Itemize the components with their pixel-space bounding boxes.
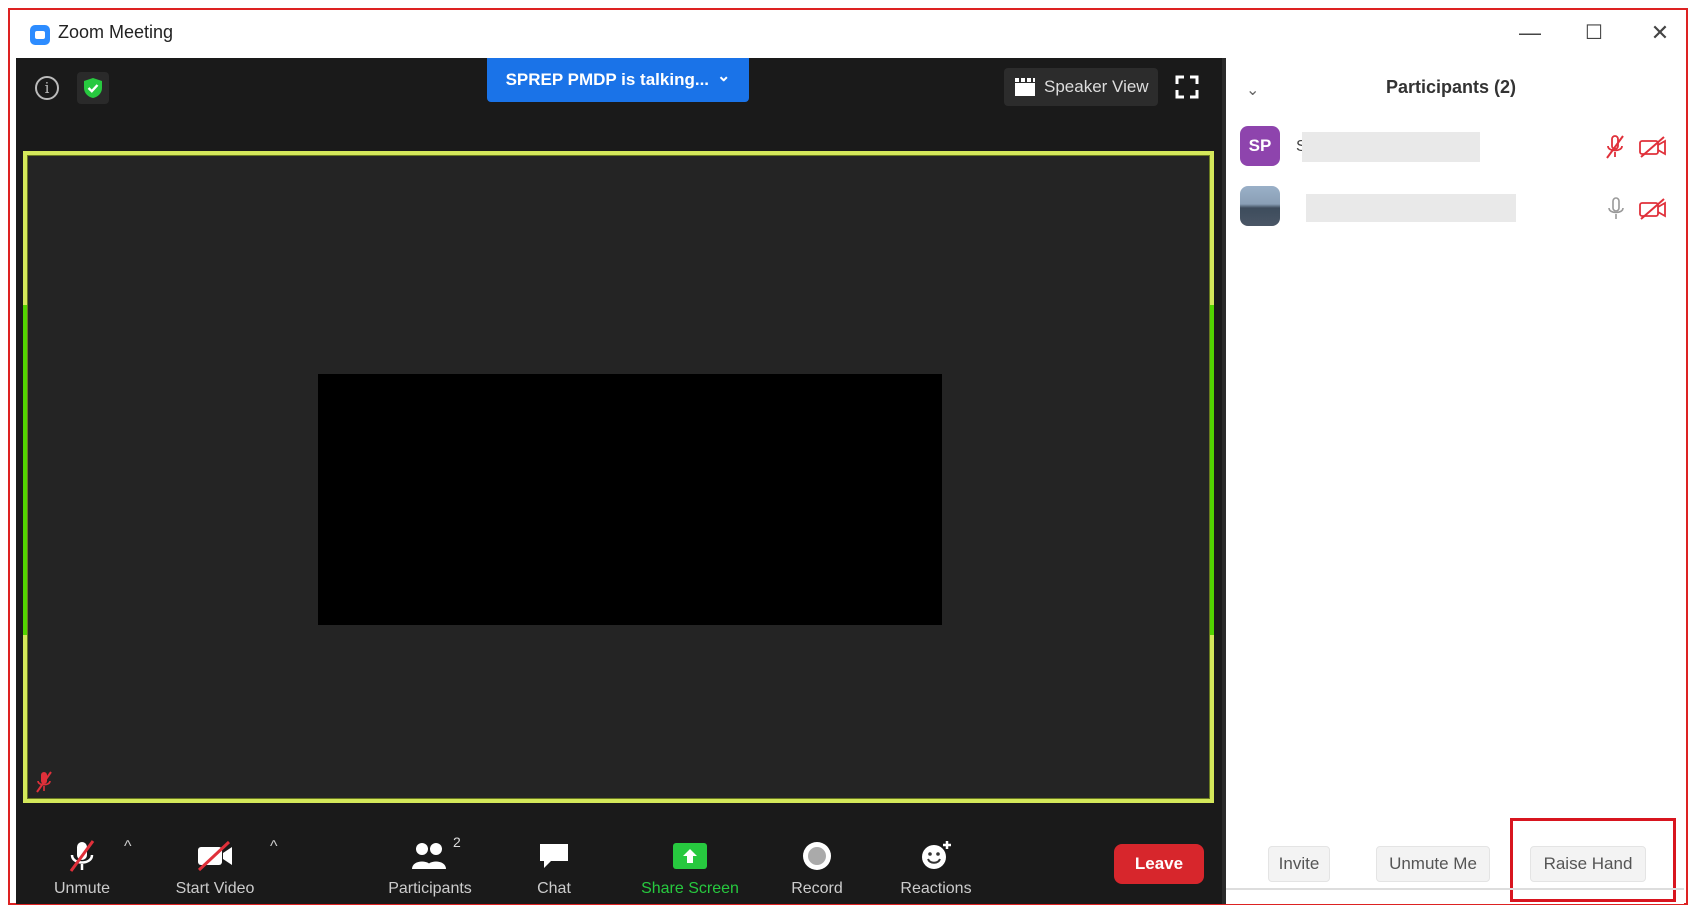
start-video-label: Start Video bbox=[175, 880, 255, 897]
participant-row[interactable]: SP S bbox=[1240, 126, 1680, 174]
participants-panel-title: Participants (2) bbox=[1386, 77, 1517, 97]
leave-button[interactable]: Leave bbox=[1114, 844, 1204, 884]
close-button[interactable]: ✕ bbox=[1642, 18, 1678, 48]
window-title: Zoom Meeting bbox=[58, 22, 174, 42]
unmute-me-button[interactable]: Unmute Me bbox=[1376, 846, 1490, 882]
reactions-icon bbox=[919, 838, 953, 874]
speaker-view-label: Speaker View bbox=[1044, 77, 1149, 96]
chat-icon bbox=[537, 838, 571, 874]
participants-count: 2 bbox=[453, 834, 461, 850]
participants-button[interactable]: 2 Participants bbox=[380, 828, 480, 898]
participant-name-redacted bbox=[1302, 132, 1480, 162]
record-label: Record bbox=[791, 880, 843, 897]
speaker-view-button[interactable]: Speaker View bbox=[1004, 68, 1158, 106]
active-speaker-banner[interactable]: SPREP PMDP is talking... ⌄ bbox=[487, 58, 749, 102]
video-options-caret[interactable]: ^ bbox=[270, 838, 278, 856]
reactions-button[interactable]: Reactions bbox=[888, 828, 984, 898]
mic-muted-icon bbox=[1604, 134, 1626, 165]
participants-panel bbox=[1226, 58, 1684, 904]
info-icon[interactable]: i bbox=[35, 76, 59, 100]
avatar: SP bbox=[1240, 126, 1280, 166]
shield-icon[interactable] bbox=[77, 72, 109, 104]
camera-off-icon bbox=[1638, 198, 1668, 225]
reactions-label: Reactions bbox=[900, 880, 972, 897]
speaker-view-icon bbox=[1015, 78, 1035, 96]
chat-label: Chat bbox=[537, 880, 571, 897]
chevron-down-icon: ⌄ bbox=[717, 68, 731, 85]
camera-off-icon bbox=[1638, 136, 1668, 163]
start-video-button[interactable]: Start Video bbox=[160, 828, 270, 898]
participant-name-redacted bbox=[1306, 194, 1516, 222]
share-screen-button[interactable]: Share Screen bbox=[630, 828, 750, 898]
share-screen-label: Share Screen bbox=[641, 880, 739, 897]
record-button[interactable]: Record bbox=[784, 828, 850, 898]
participants-icon: 2 bbox=[411, 834, 461, 874]
minimize-button[interactable]: — bbox=[1512, 18, 1548, 48]
invite-button[interactable]: Invite bbox=[1268, 846, 1330, 882]
audio-options-caret[interactable]: ^ bbox=[124, 838, 132, 856]
mic-muted-icon bbox=[65, 838, 99, 874]
avatar bbox=[1240, 186, 1280, 226]
participants-label: Participants bbox=[388, 880, 472, 897]
chevron-down-icon[interactable]: ⌄ bbox=[1246, 80, 1266, 100]
participant-row[interactable] bbox=[1240, 186, 1680, 234]
title-bar bbox=[10, 10, 1686, 58]
mic-muted-icon bbox=[34, 770, 54, 794]
unmute-button[interactable]: Unmute bbox=[42, 828, 122, 898]
video-off-icon bbox=[195, 838, 235, 874]
chat-button[interactable]: Chat bbox=[524, 828, 584, 898]
shield-check-icon bbox=[84, 78, 102, 98]
panel-bottom-edge bbox=[1226, 888, 1684, 890]
share-screen-icon bbox=[671, 838, 709, 874]
zoom-app-icon bbox=[30, 25, 50, 45]
record-icon bbox=[801, 838, 833, 874]
active-speaker-text: SPREP PMDP is talking... bbox=[505, 70, 710, 89]
mic-icon bbox=[1606, 196, 1626, 227]
video-feed bbox=[318, 374, 942, 625]
maximize-button[interactable]: ☐ bbox=[1576, 18, 1612, 48]
unmute-label: Unmute bbox=[53, 880, 111, 897]
fullscreen-icon[interactable] bbox=[1172, 72, 1202, 102]
